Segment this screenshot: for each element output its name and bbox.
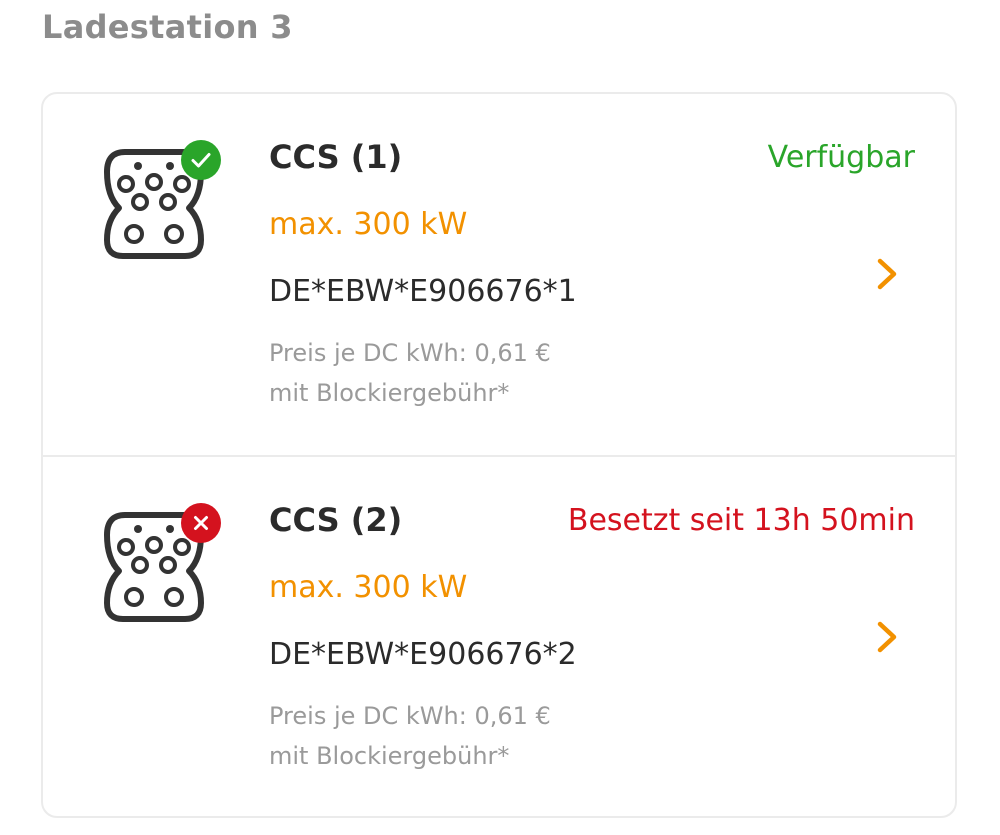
connector-name: CCS (2) bbox=[269, 501, 403, 539]
check-icon bbox=[181, 140, 221, 180]
chevron-right-icon[interactable] bbox=[875, 619, 899, 655]
chevron-right-icon[interactable] bbox=[875, 256, 899, 292]
price-per-kwh: Preis je DC kWh: 0,61 € bbox=[269, 702, 551, 730]
evse-id: DE*EBW*E906676*1 bbox=[269, 274, 577, 309]
max-power: max. 300 kW bbox=[269, 570, 468, 605]
station-title: Ladestation 3 bbox=[42, 8, 293, 46]
connector-list-card: CCS (1) Verfügbar max. 300 kW DE*EBW*E90… bbox=[41, 92, 957, 818]
connector-row-ccs-2[interactable]: CCS (2) Besetzt seit 13h 50min max. 300 … bbox=[43, 457, 955, 816]
blocking-fee-note: mit Blockiergebühr* bbox=[269, 379, 510, 407]
blocking-fee-note: mit Blockiergebühr* bbox=[269, 742, 510, 770]
max-power: max. 300 kW bbox=[269, 207, 468, 242]
evse-id: DE*EBW*E906676*2 bbox=[269, 637, 577, 672]
status-text: Besetzt seit 13h 50min bbox=[567, 503, 915, 538]
cross-icon bbox=[181, 503, 221, 543]
connector-name: CCS (1) bbox=[269, 138, 403, 176]
price-per-kwh: Preis je DC kWh: 0,61 € bbox=[269, 339, 551, 367]
status-text: Verfügbar bbox=[767, 140, 915, 175]
connector-row-ccs-1[interactable]: CCS (1) Verfügbar max. 300 kW DE*EBW*E90… bbox=[43, 94, 955, 457]
